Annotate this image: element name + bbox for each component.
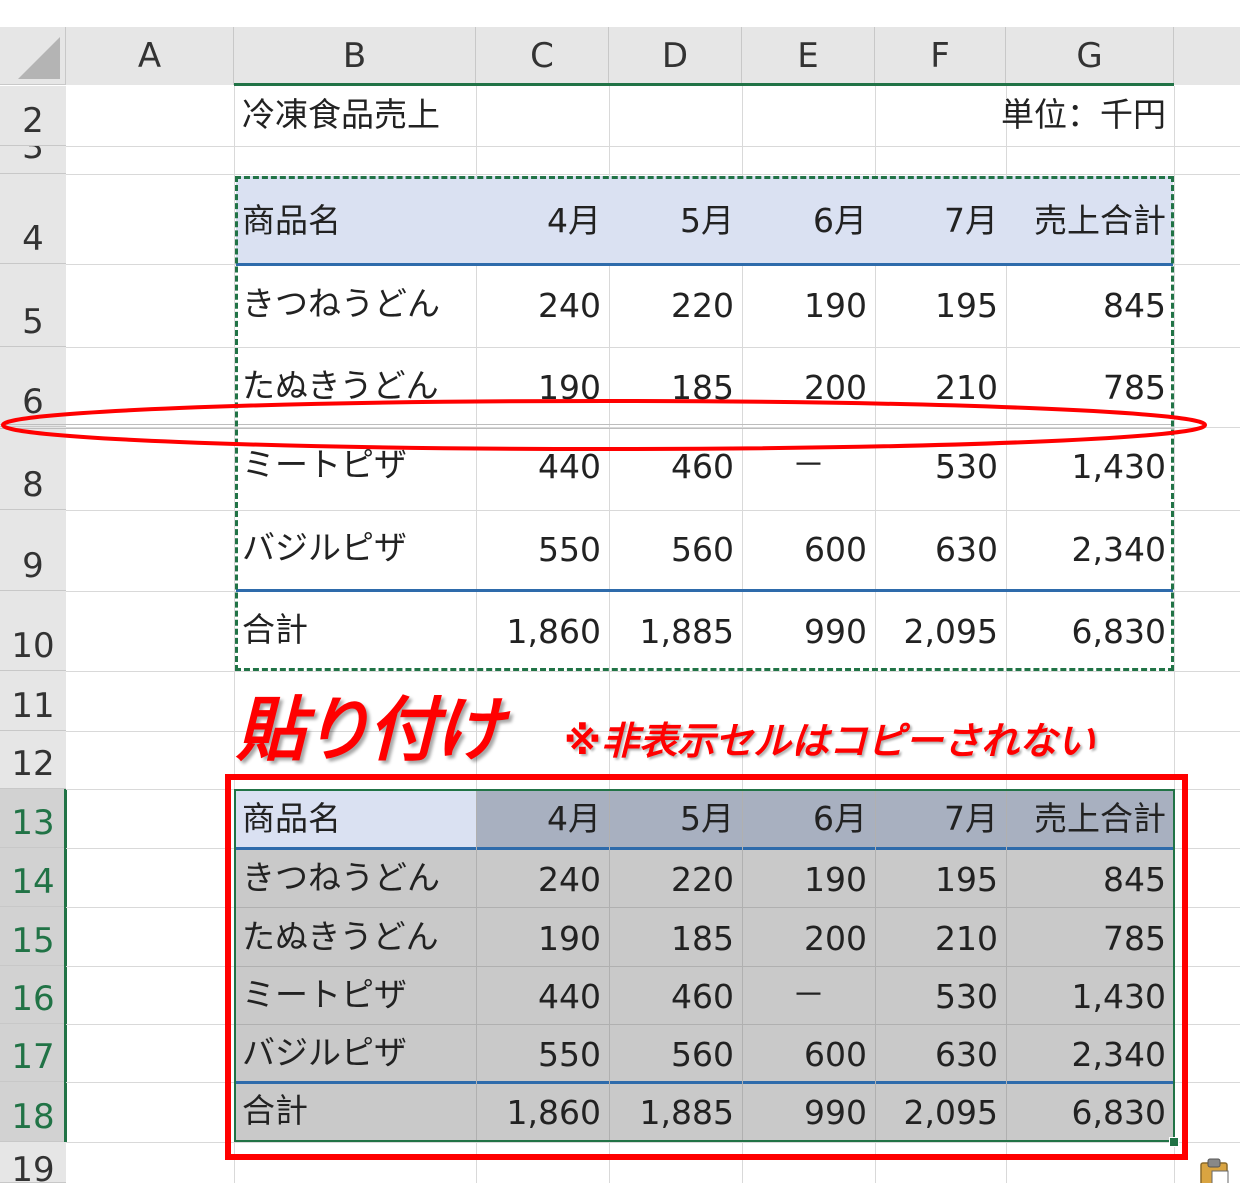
grid-line <box>66 671 1240 672</box>
column-header-b[interactable]: B <box>234 27 476 85</box>
select-all-corner[interactable] <box>0 27 66 85</box>
row-header-19[interactable]: 19 <box>0 1142 66 1183</box>
column-header-g[interactable]: G <box>1006 27 1174 85</box>
row-header-12[interactable]: 12 <box>0 731 66 789</box>
row-header-3[interactable]: 3 <box>0 146 66 174</box>
row-header-10[interactable]: 10 <box>0 591 66 671</box>
row-header-14[interactable]: 14 <box>0 848 66 907</box>
column-header-a[interactable]: A <box>66 27 234 85</box>
sheet-title[interactable]: 冷凍食品売上 <box>234 86 534 146</box>
unit-label[interactable]: 単位：千円 <box>875 86 1174 146</box>
row-header-9[interactable]: 9 <box>0 510 66 591</box>
column-header-c[interactable]: C <box>476 27 609 85</box>
column-header-f[interactable]: F <box>875 27 1006 85</box>
row-header-16[interactable]: 16 <box>0 966 66 1024</box>
paste-options-icon[interactable] <box>1198 1157 1232 1183</box>
row-header-13[interactable]: 13 <box>0 789 66 848</box>
pasted-highlight-box <box>225 774 1188 1160</box>
column-header-d[interactable]: D <box>609 27 742 85</box>
hidden-cells-note: ※非表示セルはコピーされない <box>564 719 1095 763</box>
column-header-filler <box>1174 27 1240 85</box>
hidden-row-highlight-ellipse <box>1 399 1207 451</box>
row-header-3-label: 3 <box>22 146 44 167</box>
row-header-11[interactable]: 11 <box>0 671 66 731</box>
select-all-triangle-icon <box>18 37 60 79</box>
row-header-4[interactable]: 4 <box>0 174 66 264</box>
grid-line <box>66 146 1240 147</box>
clipboard-icon <box>1200 1158 1229 1183</box>
row-header-18[interactable]: 18 <box>0 1082 66 1142</box>
row-header-5[interactable]: 5 <box>0 264 66 347</box>
row-header-17[interactable]: 17 <box>0 1024 66 1082</box>
paste-label: 貼り付け <box>236 689 504 771</box>
column-header-e[interactable]: E <box>742 27 875 85</box>
row-header-2[interactable]: 2 <box>0 86 66 146</box>
row-header-15[interactable]: 15 <box>0 907 66 966</box>
